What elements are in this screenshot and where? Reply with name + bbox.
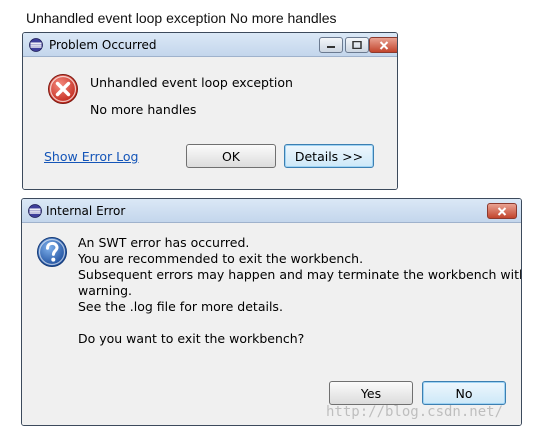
close-button[interactable] <box>369 37 397 53</box>
close-button[interactable] <box>487 203 517 219</box>
message-line: You are recommended to exit the workbenc… <box>78 251 364 266</box>
error-icon <box>48 74 78 104</box>
ok-button[interactable]: OK <box>186 144 276 168</box>
dialog-body: Unhandled event loop exception No more h… <box>23 57 397 189</box>
message-line: See the .log file for more details. <box>78 299 283 314</box>
no-button[interactable]: No <box>422 381 506 405</box>
dialog-title: Problem Occurred <box>49 38 157 52</box>
dialog-body: An SWT error has occurred. You are recom… <box>22 223 521 425</box>
close-icon <box>497 206 507 216</box>
dialog-titlebar[interactable]: Problem Occurred <box>23 33 397 57</box>
caption-text: Unhandled event loop exception No more h… <box>26 10 337 26</box>
message-line: warning. <box>78 283 133 298</box>
minimize-button[interactable] <box>319 37 343 53</box>
details-button[interactable]: Details >> <box>284 144 374 168</box>
close-icon <box>379 40 389 50</box>
question-icon <box>37 237 67 267</box>
message-line: Subsequent errors may happen and may ter… <box>78 267 522 282</box>
error-message-line1: Unhandled event loop exception <box>90 75 293 90</box>
error-message-line2: No more handles <box>90 102 197 117</box>
maximize-button[interactable] <box>345 37 369 53</box>
internal-error-dialog: Internal Error An SWT error has occurred… <box>21 198 522 426</box>
dialog-title: Internal Error <box>46 204 126 218</box>
show-error-log-link[interactable]: Show Error Log <box>44 149 138 164</box>
dialog-titlebar[interactable]: Internal Error <box>22 199 521 223</box>
message-line: An SWT error has occurred. <box>78 235 250 250</box>
exit-question: Do you want to exit the workbench? <box>78 331 305 346</box>
watermark-text: http://blog.csdn.net/ <box>326 404 504 420</box>
minimize-icon <box>327 46 335 48</box>
yes-button[interactable]: Yes <box>329 381 413 405</box>
eclipse-icon <box>29 38 43 52</box>
problem-occurred-dialog: Problem Occurred Unhandled event loop ex… <box>22 32 398 190</box>
maximize-icon <box>352 41 362 49</box>
eclipse-icon <box>28 204 42 218</box>
